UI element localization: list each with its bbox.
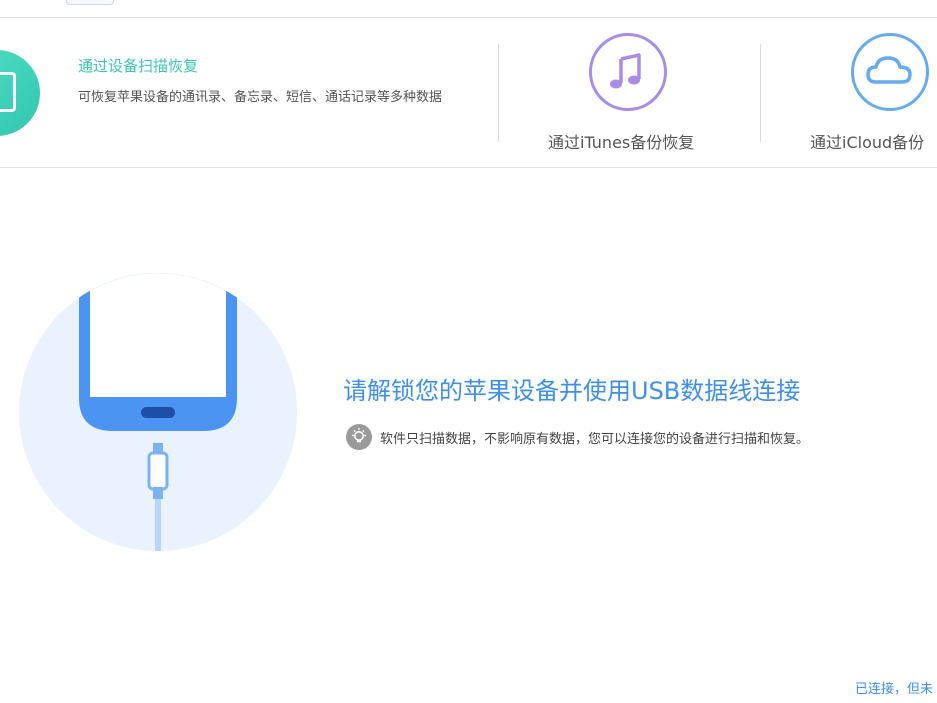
option-divider-2 (760, 44, 761, 142)
connection-status-link[interactable]: 已连接，但未 (855, 678, 933, 697)
music-note-icon (589, 33, 667, 111)
section-divider (0, 167, 937, 168)
icloud-option-label: 通过iCloud备份 (810, 133, 925, 152)
phone-icon (0, 50, 40, 136)
lightbulb-icon (346, 424, 372, 450)
recovery-mode-page: 通过设备扫描恢复 可恢复苹果设备的通讯录、备忘录、短信、通话记录等多种数据 通过… (0, 0, 937, 703)
option-divider (498, 44, 499, 142)
top-divider (0, 17, 937, 18)
phone-usb-cable-illustration (19, 273, 297, 551)
top-tab-edge (66, 0, 114, 5)
scan-tip-text: 软件只扫描数据，不影响原有数据，您可以连接您的设备进行扫描和恢复。 (380, 432, 810, 447)
itunes-option-label: 通过iTunes备份恢复 (548, 133, 695, 152)
cloud-icon (851, 33, 929, 111)
device-scan-description: 可恢复苹果设备的通讯录、备忘录、短信、通话记录等多种数据 (78, 90, 443, 105)
connect-instruction: 请解锁您的苹果设备并使用USB数据线连接 (343, 377, 801, 405)
device-scan-title: 通过设备扫描恢复 (78, 57, 199, 75)
